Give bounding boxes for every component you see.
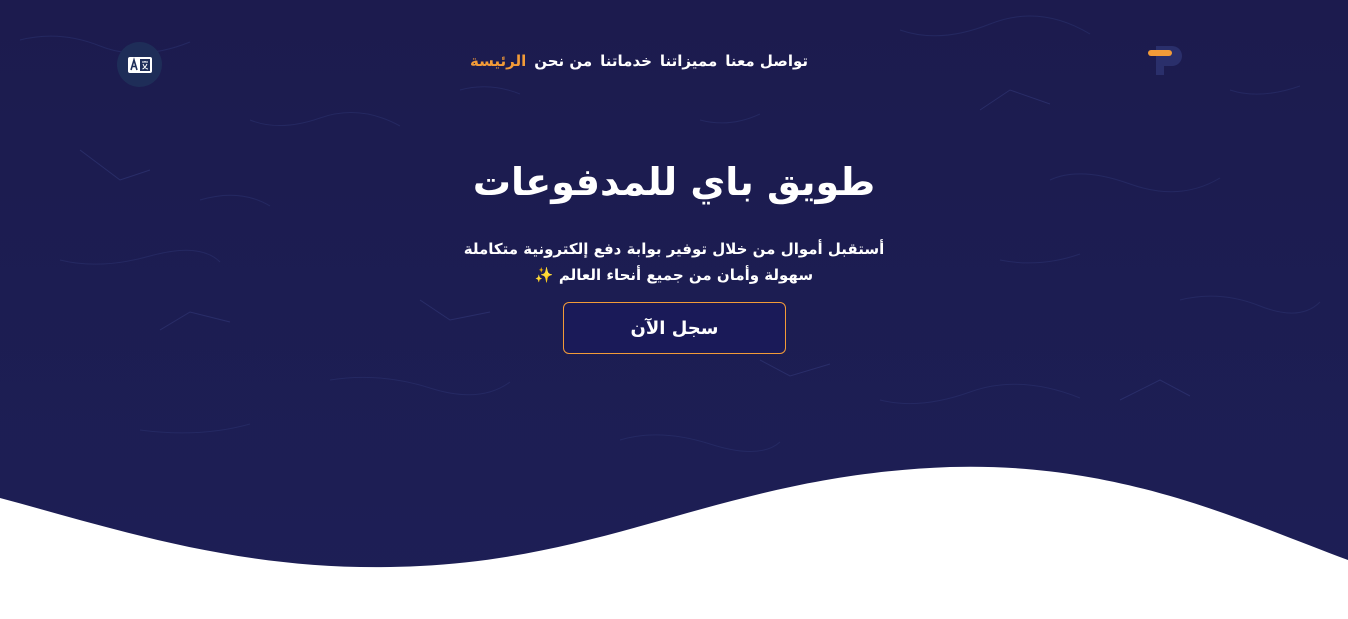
language-toggle-button[interactable]: [117, 42, 162, 87]
hero-title: طويق باي للمدفوعات: [472, 160, 876, 204]
nav-link-features[interactable]: مميزاتنا: [660, 52, 717, 70]
nav-link-about[interactable]: من نحن: [534, 52, 592, 70]
nav-link-home[interactable]: الرئيسة: [470, 52, 526, 70]
hero-section: الرئيسة من نحن خدماتنا مميزاتنا تواصل مع…: [0, 0, 1348, 619]
navbar: الرئيسة من نحن خدماتنا مميزاتنا تواصل مع…: [0, 42, 1348, 87]
nav-link-services[interactable]: خدماتنا: [600, 52, 652, 70]
hero-subtitle-line-2: سهولة وأمان من جميع أنحاء العالم ✨: [424, 262, 924, 288]
hero-subtitle-line-1: أستقبل أموال من خلال توفير بوابة دفع إلك…: [463, 240, 885, 258]
translate-icon: [127, 56, 152, 73]
nav-link-contact[interactable]: تواصل معنا: [725, 52, 808, 70]
hero-subtitle: أستقبل أموال من خلال توفير بوابة دفع إلك…: [424, 236, 924, 288]
tuwaiq-pay-logo[interactable]: [1145, 42, 1189, 80]
register-now-button[interactable]: سجل الآن: [563, 302, 786, 354]
logo-icon: [1148, 46, 1182, 75]
hero-subtitle-line-2-text: سهولة وأمان من جميع أنحاء العالم: [558, 266, 814, 284]
nav-links: الرئيسة من نحن خدماتنا مميزاتنا تواصل مع…: [470, 52, 808, 70]
sparkles-icon: ✨: [534, 266, 554, 284]
